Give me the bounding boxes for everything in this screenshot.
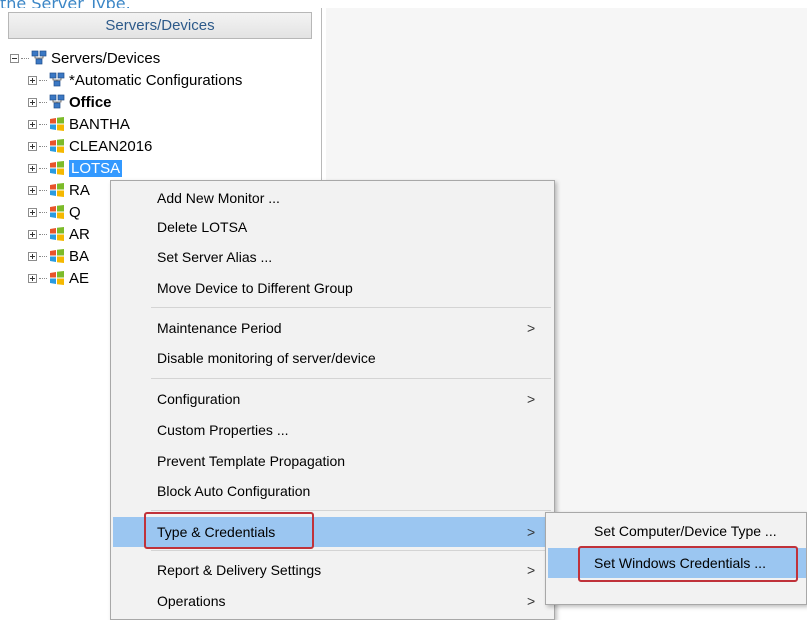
- tree-connector: [39, 145, 47, 147]
- server-group-icon: [49, 72, 65, 88]
- tree-connector: [39, 211, 47, 213]
- menu-item-label: Maintenance Period: [157, 320, 282, 336]
- expand-icon[interactable]: [28, 273, 37, 283]
- tree-item-label: LOTSA: [69, 159, 123, 177]
- menu-item-label: Configuration: [157, 391, 241, 407]
- tree-item-label: *Automatic Configurations: [69, 71, 243, 89]
- menu-item-set-server-alias[interactable]: Set Server Alias ...: [113, 243, 552, 271]
- tree-item-label: Q: [69, 203, 81, 221]
- windows-server-icon: [49, 182, 65, 198]
- menu-item-label: Prevent Template Propagation: [157, 453, 346, 469]
- tree-connector: [39, 79, 47, 81]
- tree-connector: [39, 277, 47, 279]
- menu-item-delete[interactable]: Delete LOTSA: [113, 213, 552, 241]
- menu-item-report-delivery[interactable]: Report & Delivery Settings >: [113, 556, 552, 584]
- tree-item-label: CLEAN2016: [69, 137, 153, 155]
- menu-item-label: Set Server Alias ...: [157, 249, 273, 265]
- menu-item-set-device-type[interactable]: Set Computer/Device Type ...: [548, 517, 806, 545]
- collapse-icon[interactable]: [10, 53, 19, 63]
- tree-item[interactable]: *Automatic Configurations: [28, 69, 242, 91]
- submenu-arrow-icon: >: [527, 524, 536, 540]
- menu-item-configuration[interactable]: Configuration >: [113, 385, 552, 413]
- tree-connector: [39, 189, 47, 191]
- context-menu: Add New Monitor ... Delete LOTSA Set Ser…: [110, 180, 555, 620]
- menu-item-label: Add New Monitor ...: [157, 190, 280, 206]
- menu-item-label: Delete LOTSA: [157, 219, 248, 235]
- expand-icon[interactable]: [28, 207, 37, 217]
- menu-separator: [151, 550, 551, 551]
- menu-item-label: Move Device to Different Group: [157, 280, 353, 296]
- tree-item[interactable]: BA: [28, 245, 89, 267]
- menu-separator: [151, 307, 551, 308]
- server-group-icon: [49, 94, 65, 110]
- windows-server-icon: [49, 204, 65, 220]
- menu-item-custom-properties[interactable]: Custom Properties ...: [113, 416, 552, 444]
- windows-server-icon: [49, 248, 65, 264]
- callout-highlight-box: [578, 546, 798, 582]
- tree-item[interactable]: AE: [28, 267, 89, 289]
- expand-icon[interactable]: [28, 229, 37, 239]
- menu-item-disable-monitoring[interactable]: Disable monitoring of server/device: [113, 344, 552, 372]
- windows-server-icon: [49, 116, 65, 132]
- windows-server-icon: [49, 138, 65, 154]
- tree-item-label: RA: [69, 181, 90, 199]
- tree-connector: [21, 57, 29, 59]
- menu-item-label: Set Computer/Device Type ...: [594, 523, 777, 539]
- menu-item-operations[interactable]: Operations >: [113, 587, 552, 615]
- submenu-arrow-icon: >: [527, 391, 536, 407]
- tree-item[interactable]: Office: [28, 91, 112, 113]
- tree-item-label: AR: [69, 225, 90, 243]
- tree-connector: [39, 255, 47, 257]
- expand-icon[interactable]: [28, 251, 37, 261]
- submenu-arrow-icon: >: [527, 320, 536, 336]
- tree-item-label: AE: [69, 269, 90, 287]
- tree-item-label: BANTHA: [69, 115, 130, 133]
- expand-icon[interactable]: [28, 163, 37, 173]
- expand-icon[interactable]: [28, 141, 37, 151]
- expand-icon[interactable]: [28, 97, 37, 107]
- menu-item-prevent-template-propagation[interactable]: Prevent Template Propagation: [113, 447, 552, 475]
- expand-icon[interactable]: [28, 119, 37, 129]
- menu-item-maintenance-period[interactable]: Maintenance Period >: [113, 314, 552, 342]
- menu-item-label: Operations: [157, 593, 226, 609]
- windows-server-icon: [49, 270, 65, 286]
- windows-server-icon: [49, 226, 65, 242]
- tree-item[interactable]: Q: [28, 201, 81, 223]
- tree-root-label: Servers/Devices: [51, 49, 161, 67]
- tree-item[interactable]: RA: [28, 179, 90, 201]
- tree-item-label: Office: [69, 93, 112, 111]
- menu-separator: [151, 378, 551, 379]
- menu-item-block-auto-configuration[interactable]: Block Auto Configuration: [113, 477, 552, 505]
- menu-item-add-new-monitor[interactable]: Add New Monitor ...: [113, 184, 552, 212]
- tree-root[interactable]: Servers/Devices: [10, 47, 160, 69]
- menu-separator: [151, 510, 551, 511]
- tree-item[interactable]: AR: [28, 223, 90, 245]
- tree-item[interactable]: BANTHA: [28, 113, 130, 135]
- tree-item-selected[interactable]: LOTSA: [28, 157, 123, 179]
- menu-item-label: Disable monitoring of server/device: [157, 350, 376, 366]
- tree-item[interactable]: CLEAN2016: [28, 135, 152, 157]
- panel-header[interactable]: Servers/Devices: [8, 12, 312, 39]
- submenu-arrow-icon: >: [527, 593, 536, 609]
- menu-item-label: Custom Properties ...: [157, 422, 289, 438]
- menu-item-label: Block Auto Configuration: [157, 483, 311, 499]
- submenu-arrow-icon: >: [527, 562, 536, 578]
- expand-icon[interactable]: [28, 75, 37, 85]
- tree-connector: [39, 101, 47, 103]
- menu-item-label: Report & Delivery Settings: [157, 562, 322, 578]
- tree-connector: [39, 233, 47, 235]
- menu-item-move-device[interactable]: Move Device to Different Group: [113, 274, 552, 302]
- server-group-icon: [31, 50, 47, 66]
- expand-icon[interactable]: [28, 185, 37, 195]
- callout-highlight-box: [144, 512, 314, 549]
- tree-item-label: BA: [69, 247, 90, 265]
- windows-server-icon: [49, 160, 65, 176]
- tree-connector: [39, 123, 47, 125]
- tree-connector: [39, 167, 47, 169]
